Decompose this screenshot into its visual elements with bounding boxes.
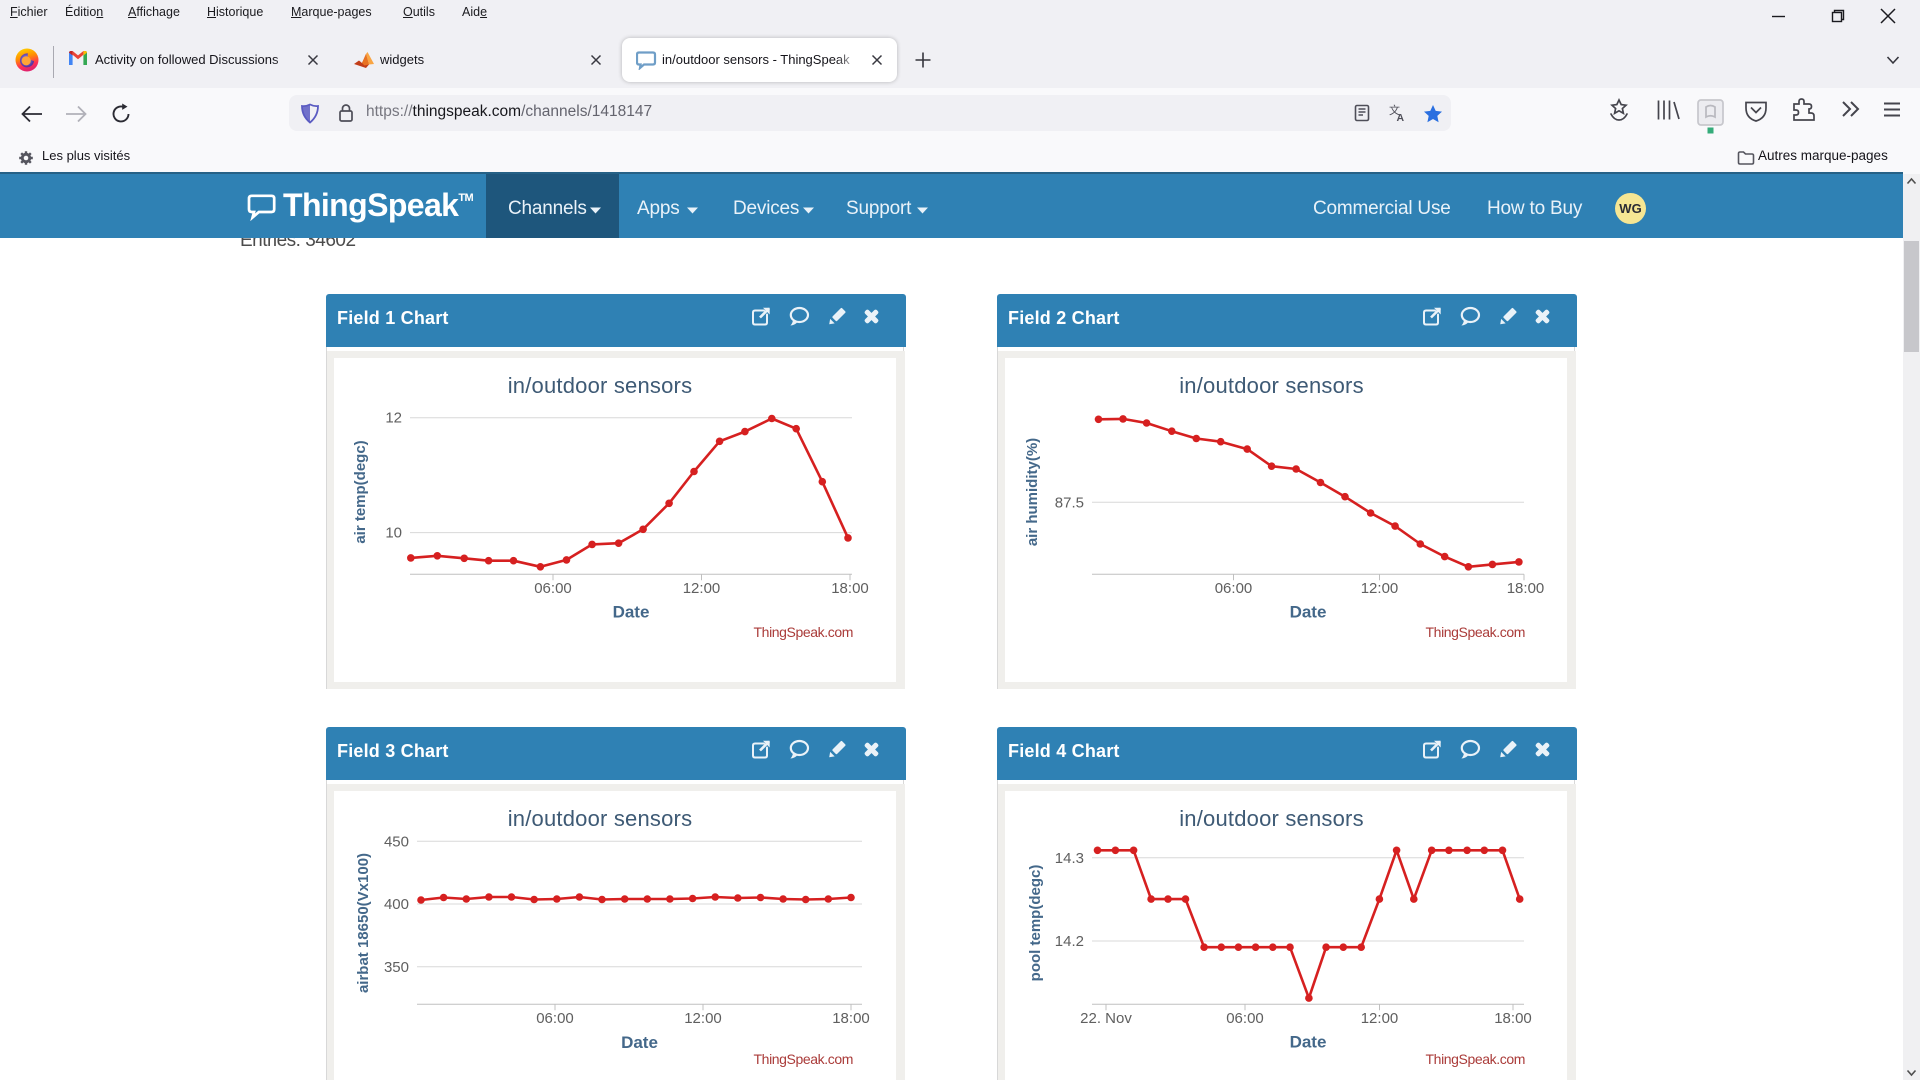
- svg-text:06:00: 06:00: [534, 580, 572, 597]
- svg-text:22. Nov: 22. Nov: [1080, 1010, 1132, 1027]
- svg-text:14.3: 14.3: [1055, 850, 1084, 867]
- svg-text:in/outdoor sensors: in/outdoor sensors: [508, 373, 693, 398]
- svg-text:12:00: 12:00: [684, 1010, 722, 1027]
- svg-text:air humidity(%): air humidity(%): [1024, 438, 1041, 546]
- svg-text:12:00: 12:00: [1361, 580, 1399, 597]
- svg-text:350: 350: [384, 959, 409, 976]
- svg-text:air temp(degc): air temp(degc): [352, 440, 369, 543]
- svg-text:18:00: 18:00: [1507, 580, 1545, 597]
- svg-text:450: 450: [384, 833, 409, 850]
- svg-text:400: 400: [384, 896, 409, 913]
- svg-text:ThingSpeak.com: ThingSpeak.com: [1426, 1051, 1525, 1067]
- svg-text:in/outdoor sensors: in/outdoor sensors: [1179, 373, 1364, 398]
- svg-text:14.2: 14.2: [1055, 933, 1084, 950]
- svg-text:06:00: 06:00: [1215, 580, 1253, 597]
- svg-text:12:00: 12:00: [1361, 1010, 1399, 1027]
- svg-text:12:00: 12:00: [683, 580, 721, 597]
- svg-text:87.5: 87.5: [1055, 494, 1084, 511]
- svg-text:ThingSpeak.com: ThingSpeak.com: [754, 624, 853, 640]
- svg-text:06:00: 06:00: [1226, 1010, 1264, 1027]
- svg-text:in/outdoor sensors: in/outdoor sensors: [508, 806, 693, 831]
- svg-text:Date: Date: [1290, 603, 1327, 622]
- svg-text:Date: Date: [613, 603, 650, 622]
- svg-text:ThingSpeak.com: ThingSpeak.com: [1426, 624, 1525, 640]
- svg-text:10: 10: [385, 525, 402, 542]
- svg-text:18:00: 18:00: [1494, 1010, 1532, 1027]
- svg-text:in/outdoor sensors: in/outdoor sensors: [1179, 806, 1364, 831]
- svg-text:pool temp(degc): pool temp(degc): [1027, 865, 1044, 982]
- svg-text:airbat 18650(Vx100): airbat 18650(Vx100): [355, 853, 372, 993]
- svg-text:18:00: 18:00: [831, 580, 869, 597]
- svg-text:Date: Date: [621, 1033, 658, 1052]
- svg-text:06:00: 06:00: [536, 1010, 574, 1027]
- svg-text:A: A: [1397, 112, 1405, 122]
- svg-text:18:00: 18:00: [832, 1010, 870, 1027]
- svg-text:12: 12: [385, 410, 402, 427]
- svg-text:Date: Date: [1290, 1033, 1327, 1052]
- svg-text:ThingSpeak.com: ThingSpeak.com: [754, 1051, 853, 1067]
